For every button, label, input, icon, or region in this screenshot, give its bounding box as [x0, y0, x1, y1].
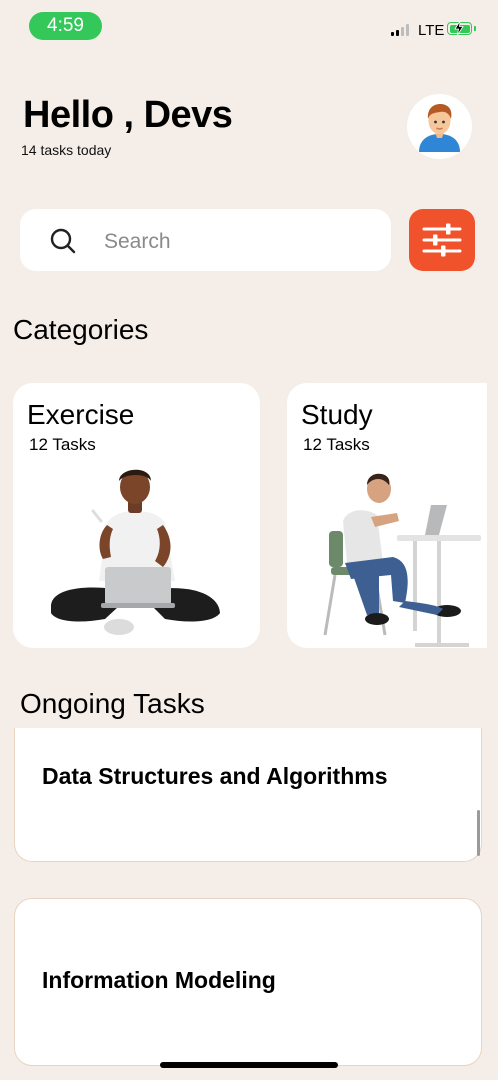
exercise-illustration	[51, 469, 220, 635]
battery-icon	[447, 21, 476, 35]
status-time: 4:59	[29, 12, 102, 40]
ongoing-tasks-heading: Ongoing Tasks	[20, 688, 205, 719]
search-icon	[50, 228, 76, 254]
category-card-exercise[interactable]: Exercise 12 Tasks	[13, 383, 260, 648]
category-card-study[interactable]: Study 12 Tasks	[287, 383, 487, 648]
category-task-count: 12 Tasks	[303, 435, 370, 454]
network-label: LTE	[418, 22, 445, 39]
scrollbar[interactable]	[477, 810, 480, 856]
category-task-count: 12 Tasks	[29, 435, 96, 454]
signal-icon	[391, 24, 409, 36]
tasks-today-count: 14 tasks today	[21, 142, 112, 158]
home-indicator[interactable]	[160, 1062, 338, 1068]
task-title: Data Structures and Algorithms	[42, 763, 388, 789]
study-illustration	[323, 473, 481, 647]
category-name: Study	[301, 399, 373, 430]
profile-avatar[interactable]	[407, 94, 472, 159]
task-card[interactable]: Information Modeling	[14, 898, 482, 1066]
user-avatar-icon	[419, 104, 460, 152]
task-title: Information Modeling	[42, 967, 276, 993]
task-card[interactable]: Data Structures and Algorithms	[14, 728, 482, 862]
greeting-title: Hello , Devs	[23, 94, 233, 136]
filter-icon	[422, 223, 462, 257]
category-name: Exercise	[27, 399, 135, 430]
search-input[interactable]	[102, 226, 376, 258]
filter-button[interactable]	[409, 209, 475, 271]
categories-heading: Categories	[13, 314, 149, 345]
